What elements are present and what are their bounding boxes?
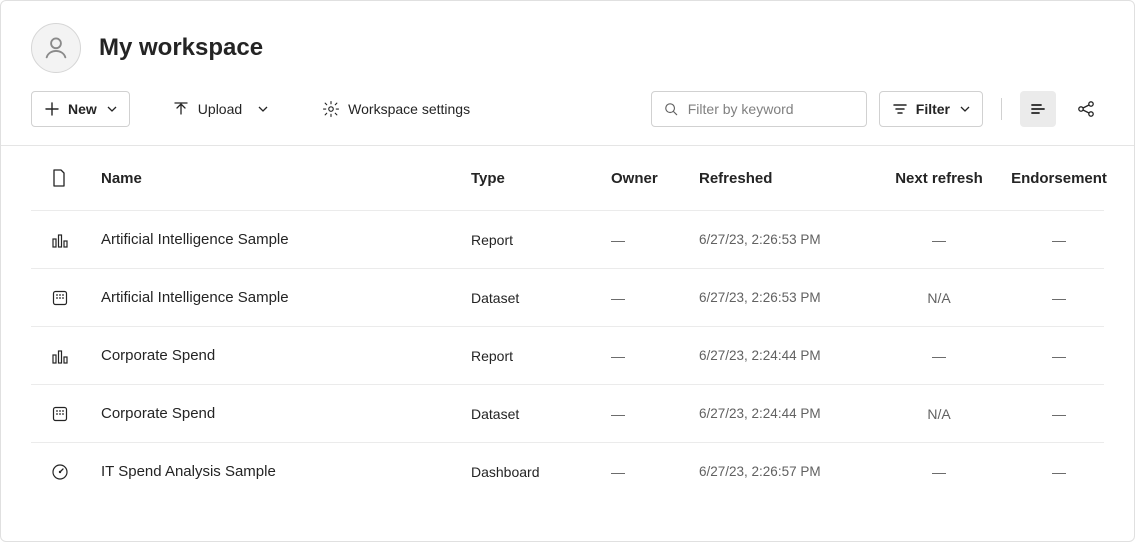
row-type-icon xyxy=(31,405,101,423)
row-endorsement: — xyxy=(1009,348,1109,364)
row-name[interactable]: IT Spend Analysis Sample xyxy=(101,463,471,480)
dataset-icon xyxy=(51,405,69,423)
lineage-view-button[interactable] xyxy=(1068,91,1104,127)
row-type-icon xyxy=(31,289,101,307)
report-icon xyxy=(51,231,69,249)
table-row[interactable]: Artificial Intelligence Sample Dataset —… xyxy=(31,268,1104,326)
row-endorsement: — xyxy=(1009,406,1109,422)
toolbar-divider xyxy=(1001,98,1002,120)
person-icon xyxy=(42,34,70,62)
row-next-refresh: — xyxy=(879,232,1009,248)
row-refreshed: 6/27/23, 2:26:57 PM xyxy=(699,464,879,479)
row-next-refresh: — xyxy=(879,464,1009,480)
upload-button-label: Upload xyxy=(198,101,242,117)
header-owner[interactable]: Owner xyxy=(611,170,699,187)
row-owner: — xyxy=(611,290,699,306)
row-type: Dataset xyxy=(471,290,611,306)
new-button-label: New xyxy=(68,101,97,117)
workspace-header: My workspace xyxy=(1,1,1134,91)
header-refreshed[interactable]: Refreshed xyxy=(699,170,879,187)
dataset-icon xyxy=(51,289,69,307)
row-owner: — xyxy=(611,464,699,480)
row-refreshed: 6/27/23, 2:24:44 PM xyxy=(699,348,879,363)
row-type: Report xyxy=(471,232,611,248)
header-type[interactable]: Type xyxy=(471,170,611,187)
list-icon xyxy=(1029,100,1047,118)
search-icon xyxy=(664,101,678,117)
row-name[interactable]: Corporate Spend xyxy=(101,405,471,422)
search-input[interactable] xyxy=(688,101,854,117)
upload-button[interactable]: Upload xyxy=(160,91,280,127)
row-refreshed: 6/27/23, 2:24:44 PM xyxy=(699,406,879,421)
plus-icon xyxy=(44,101,60,117)
chevron-down-icon xyxy=(258,104,268,114)
row-name[interactable]: Corporate Spend xyxy=(101,347,471,364)
page-title: My workspace xyxy=(99,34,263,62)
content-table: Name Type Owner Refreshed Next refresh E… xyxy=(1,146,1134,500)
list-view-button[interactable] xyxy=(1020,91,1056,127)
row-endorsement: — xyxy=(1009,232,1109,248)
row-type-icon xyxy=(31,463,101,481)
table-row[interactable]: Corporate Spend Dataset — 6/27/23, 2:24:… xyxy=(31,384,1104,442)
row-type: Report xyxy=(471,348,611,364)
workspace-avatar xyxy=(31,23,81,73)
row-type: Dataset xyxy=(471,406,611,422)
table-row[interactable]: Artificial Intelligence Sample Report — … xyxy=(31,210,1104,268)
table-row[interactable]: Corporate Spend Report — 6/27/23, 2:24:4… xyxy=(31,326,1104,384)
table-header-row: Name Type Owner Refreshed Next refresh E… xyxy=(31,146,1104,210)
row-next-refresh: — xyxy=(879,348,1009,364)
gear-icon xyxy=(322,100,340,118)
search-wrap[interactable] xyxy=(651,91,867,127)
row-name[interactable]: Artificial Intelligence Sample xyxy=(101,289,471,306)
row-next-refresh: N/A xyxy=(879,406,1009,422)
filter-icon xyxy=(892,101,908,117)
filter-button-label: Filter xyxy=(916,101,950,117)
row-name[interactable]: Artificial Intelligence Sample xyxy=(101,231,471,248)
workspace-settings-label: Workspace settings xyxy=(348,101,470,117)
workspace-settings-button[interactable]: Workspace settings xyxy=(310,91,482,127)
row-owner: — xyxy=(611,406,699,422)
upload-icon xyxy=(172,100,190,118)
row-endorsement: — xyxy=(1009,290,1109,306)
table-row[interactable]: IT Spend Analysis Sample Dashboard — 6/2… xyxy=(31,442,1104,500)
row-refreshed: 6/27/23, 2:26:53 PM xyxy=(699,290,879,305)
row-type: Dashboard xyxy=(471,464,611,480)
row-type-icon xyxy=(31,231,101,249)
filter-button[interactable]: Filter xyxy=(879,91,983,127)
row-endorsement: — xyxy=(1009,464,1109,480)
header-type-icon xyxy=(31,169,101,187)
row-next-refresh: N/A xyxy=(879,290,1009,306)
lineage-icon xyxy=(1076,99,1096,119)
header-next-refresh[interactable]: Next refresh xyxy=(879,170,1009,187)
header-name[interactable]: Name xyxy=(101,170,471,187)
row-owner: — xyxy=(611,232,699,248)
toolbar: New Upload Workspace settings Filte xyxy=(1,91,1134,146)
chevron-down-icon xyxy=(107,104,117,114)
row-refreshed: 6/27/23, 2:26:53 PM xyxy=(699,232,879,247)
report-icon xyxy=(51,347,69,365)
document-icon xyxy=(51,169,67,187)
chevron-down-icon xyxy=(960,104,970,114)
dashboard-icon xyxy=(51,463,69,481)
row-type-icon xyxy=(31,347,101,365)
header-endorsement[interactable]: Endorsement xyxy=(1009,170,1109,187)
row-owner: — xyxy=(611,348,699,364)
new-button[interactable]: New xyxy=(31,91,130,127)
